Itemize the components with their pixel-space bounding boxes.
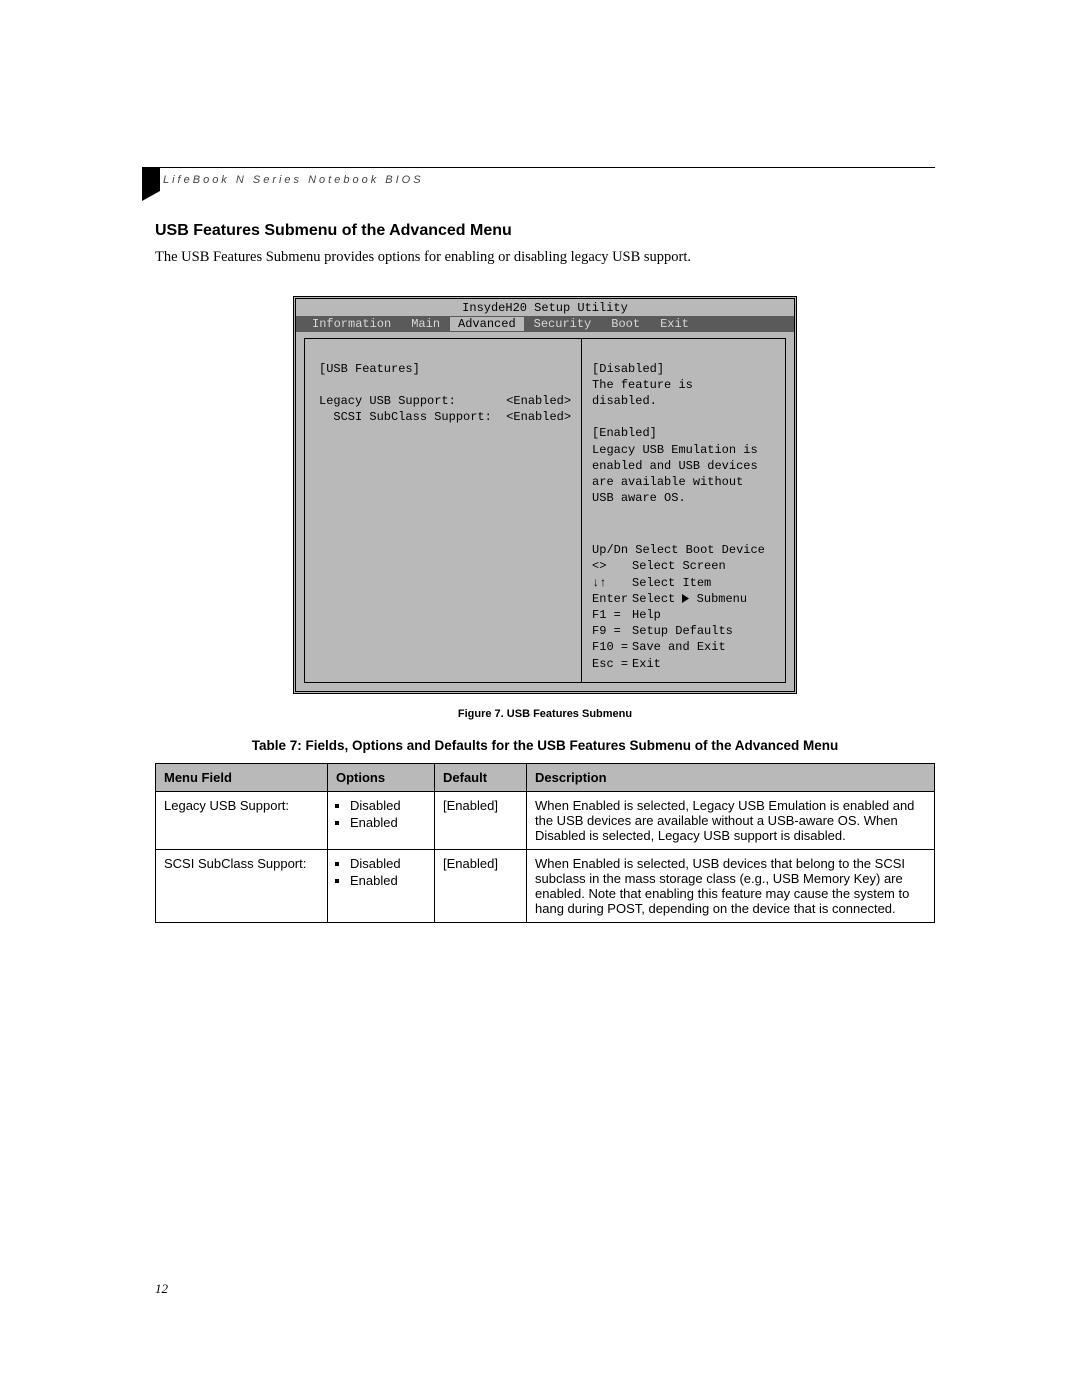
bios-help-description-line: are available without <box>592 474 775 490</box>
bios-key-help-line: ↓↑Select Item <box>592 575 775 591</box>
bios-help-description-line: USB aware OS. <box>592 490 775 506</box>
bios-menu-tabs: InformationMainAdvancedSecurityBootExit <box>296 316 794 332</box>
bios-help-description-line <box>592 409 775 425</box>
bios-key-help-line: F1 =Help <box>592 607 775 623</box>
bios-tab-main[interactable]: Main <box>401 317 450 331</box>
bios-key-help-line: F9 =Setup Defaults <box>592 623 775 639</box>
section-title: USB Features Submenu of the Advanced Men… <box>155 222 935 240</box>
page-number: 12 <box>155 1281 168 1297</box>
bios-help-description-line: [Disabled] <box>592 361 775 377</box>
bios-key-help-line: <>Select Screen <box>592 558 775 574</box>
cell-description: When Enabled is selected, Legacy USB Emu… <box>527 791 935 849</box>
cell-menu-field: Legacy USB Support: <box>156 791 328 849</box>
table-header-cell: Menu Field <box>156 763 328 791</box>
bios-help-description-line: disabled. <box>592 393 775 409</box>
intro-text: The USB Features Submenu provides option… <box>155 248 935 268</box>
cell-default: [Enabled] <box>435 791 527 849</box>
bios-right-panel: [Disabled]The feature isdisabled. [Enabl… <box>581 339 785 682</box>
cell-description: When Enabled is selected, USB devices th… <box>527 849 935 922</box>
bios-left-panel: [USB Features] Legacy USB Support: <Enab… <box>305 339 581 682</box>
bios-key-help-line: EnterSelect Submenu <box>592 591 775 607</box>
bios-help-description-line: [Enabled] <box>592 425 775 441</box>
bios-tab-exit[interactable]: Exit <box>650 317 699 331</box>
page-content: USB Features Submenu of the Advanced Men… <box>155 222 935 923</box>
cell-default: [Enabled] <box>435 849 527 922</box>
option-item: Enabled <box>350 815 426 830</box>
bios-screen: InsydeH20 Setup Utility InformationMainA… <box>293 296 797 694</box>
table-header-cell: Description <box>527 763 935 791</box>
option-item: Enabled <box>350 873 426 888</box>
bios-utility-title: InsydeH20 Setup Utility <box>296 299 794 316</box>
header-rule <box>155 167 935 168</box>
table-header-cell: Options <box>328 763 435 791</box>
bios-help-description-line: The feature is <box>592 377 775 393</box>
figure-caption: Figure 7. USB Features Submenu <box>155 708 935 720</box>
document-page: LifeBook N Series Notebook BIOS USB Feat… <box>0 0 1080 1397</box>
bios-help-description-line: enabled and USB devices <box>592 458 775 474</box>
cell-options: Disabled Enabled <box>328 791 435 849</box>
bios-key-help-line: Esc =Exit <box>592 656 775 672</box>
table-title: Table 7: Fields, Options and Defaults fo… <box>155 738 935 753</box>
running-head: LifeBook N Series Notebook BIOS <box>163 174 424 186</box>
fields-table: Menu FieldOptionsDefaultDescription Lega… <box>155 763 935 923</box>
bios-tab-advanced[interactable]: Advanced <box>450 317 524 331</box>
bios-help-description-line: Legacy USB Emulation is <box>592 442 775 458</box>
table-header-row: Menu FieldOptionsDefaultDescription <box>156 763 935 791</box>
bios-tab-security[interactable]: Security <box>524 317 602 331</box>
option-item: Disabled <box>350 856 426 871</box>
bios-tab-information[interactable]: Information <box>302 317 401 331</box>
bios-key-help-line: Up/Dn Select Boot Device <box>592 542 775 558</box>
table-row: Legacy USB Support: Disabled Enabled [Enabl… <box>156 791 935 849</box>
bios-tab-boot[interactable]: Boot <box>601 317 650 331</box>
table-row: SCSI SubClass Support: Disabled Enabled [En… <box>156 849 935 922</box>
bios-key-help-line: F10 =Save and Exit <box>592 639 775 655</box>
cell-menu-field: SCSI SubClass Support: <box>156 849 328 922</box>
table-header-cell: Default <box>435 763 527 791</box>
cell-options: Disabled Enabled <box>328 849 435 922</box>
option-item: Disabled <box>350 798 426 813</box>
